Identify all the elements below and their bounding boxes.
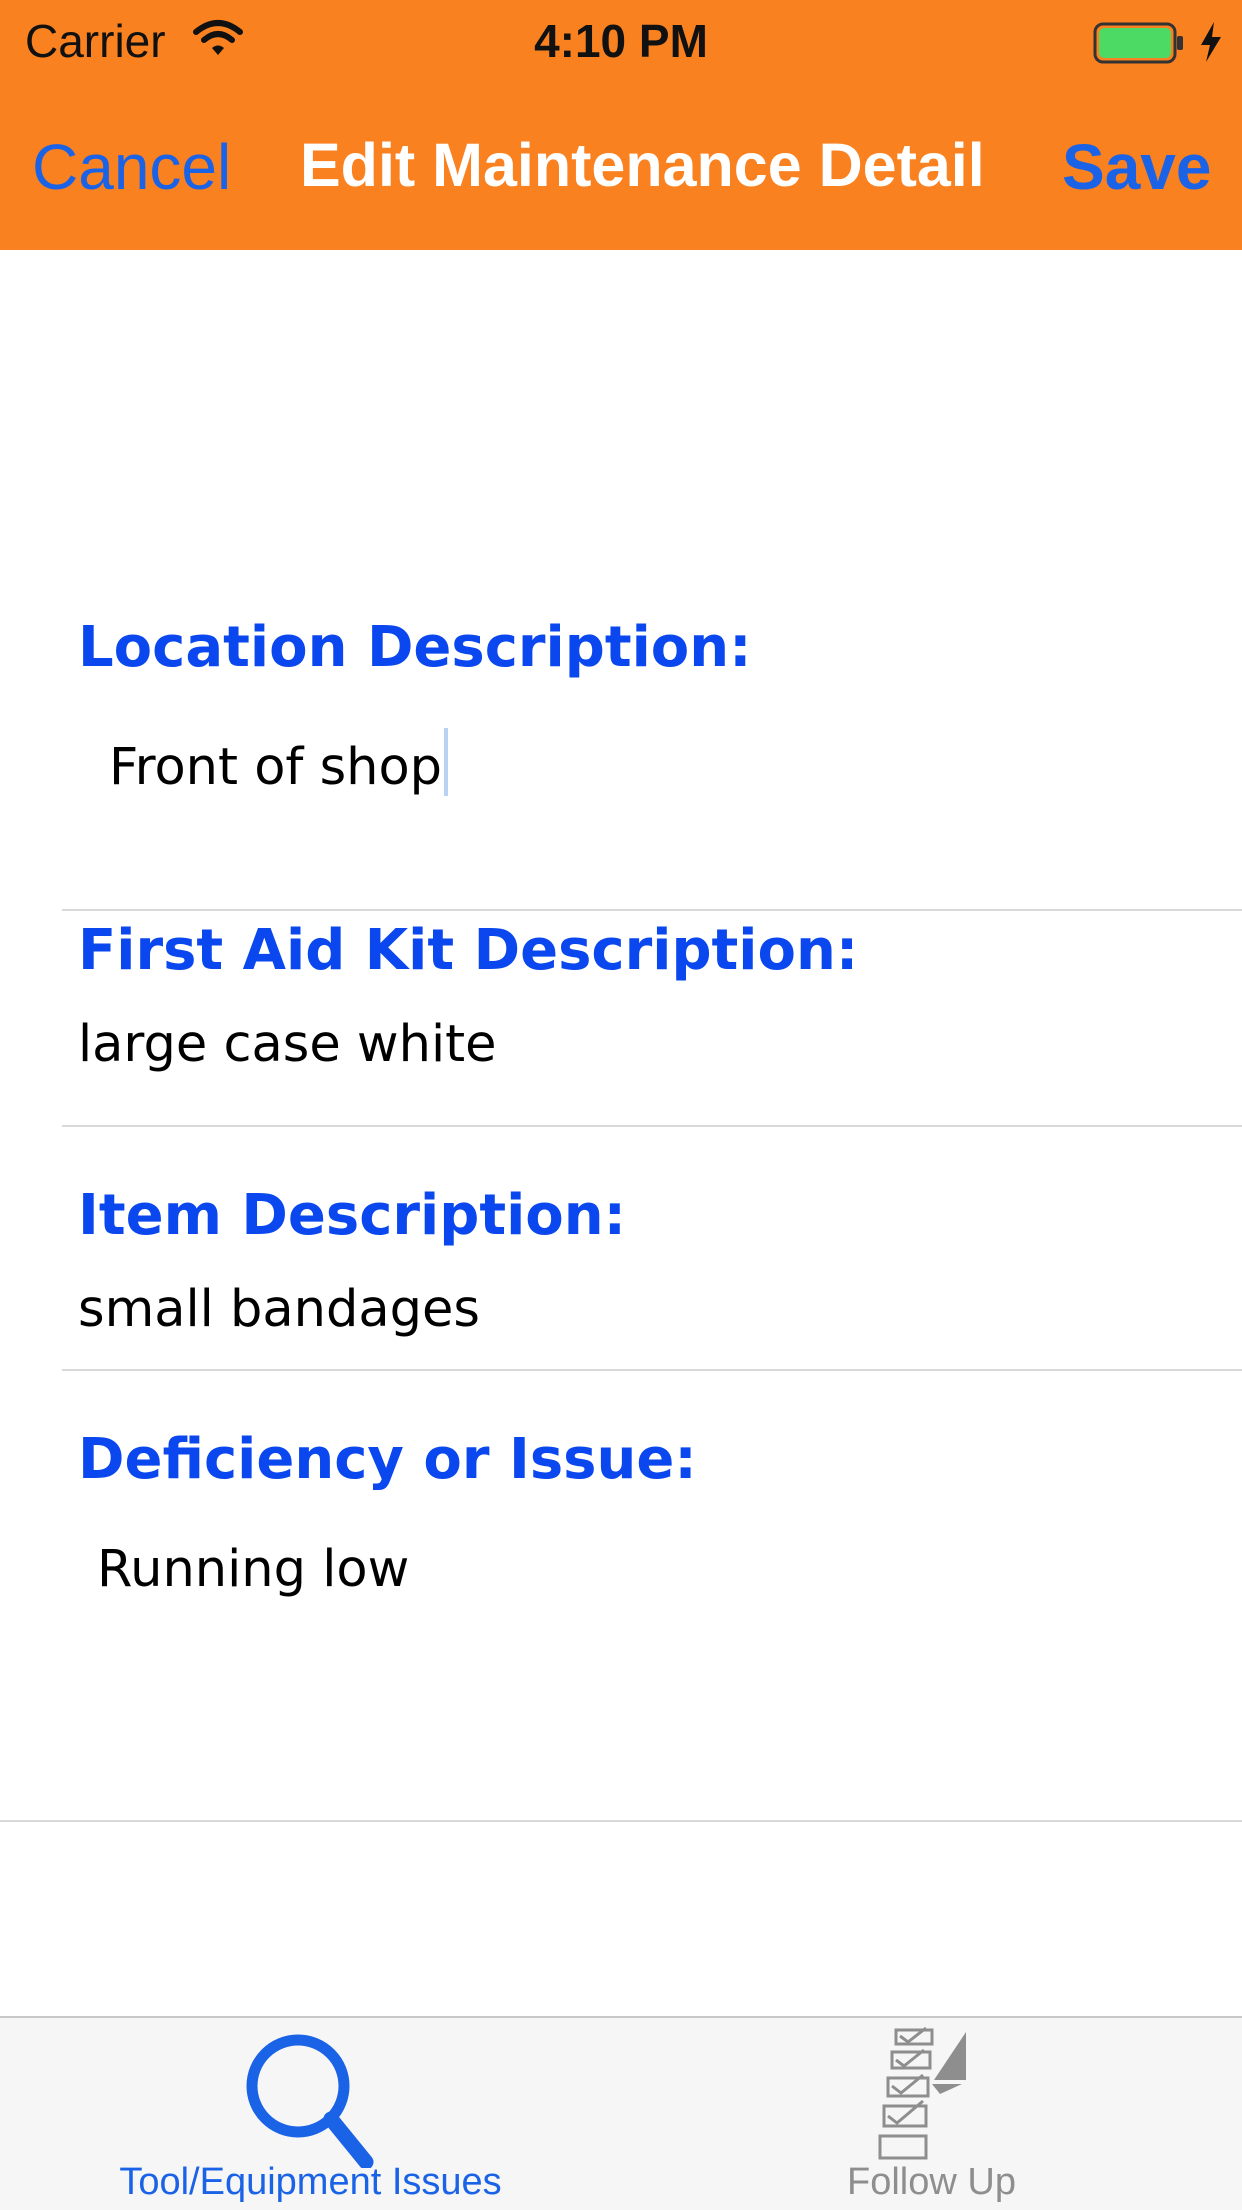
tab-label: Follow Up — [847, 2161, 1016, 2203]
item-value[interactable]: small bandages — [78, 1280, 480, 1339]
item-label: Item Description: — [78, 1183, 627, 1248]
divider — [62, 1125, 1242, 1127]
location-label: Location Description: — [78, 615, 752, 680]
location-input[interactable]: Front of shop — [109, 728, 449, 797]
kit-label: First Aid Kit Description: — [78, 918, 859, 983]
magnifier-icon — [240, 2028, 380, 2172]
checklist-icon — [866, 2022, 1001, 2166]
location-value: Front of shop — [109, 738, 443, 797]
battery-icon — [1093, 22, 1185, 68]
status-time: 4:10 PM — [534, 15, 708, 67]
issue-input[interactable]: Running low — [97, 1540, 409, 1599]
text-cursor — [444, 728, 449, 796]
tab-follow-up[interactable]: Follow Up — [621, 2018, 1242, 2210]
cancel-button[interactable]: Cancel — [32, 130, 231, 204]
kit-value[interactable]: large case white — [78, 1015, 496, 1074]
divider — [62, 909, 1242, 911]
divider — [0, 1820, 1242, 1822]
bolt-icon — [1198, 20, 1224, 68]
tab-label: Tool/Equipment Issues — [119, 2161, 502, 2203]
tab-tool-equipment-issues[interactable]: Tool/Equipment Issues — [0, 2018, 621, 2210]
issue-label: Deficiency or Issue: — [78, 1427, 697, 1492]
navigation-bar: Carrier 4:10 PM Cancel Edit Maintenance … — [0, 0, 1242, 250]
status-bar: Carrier 4:10 PM — [0, 0, 1242, 80]
tab-bar: Tool/Equipment Issues Follow Up — [0, 2016, 1242, 2210]
divider — [62, 1369, 1242, 1371]
page-title: Edit Maintenance Detail — [300, 131, 985, 199]
save-button[interactable]: Save — [1062, 130, 1211, 204]
